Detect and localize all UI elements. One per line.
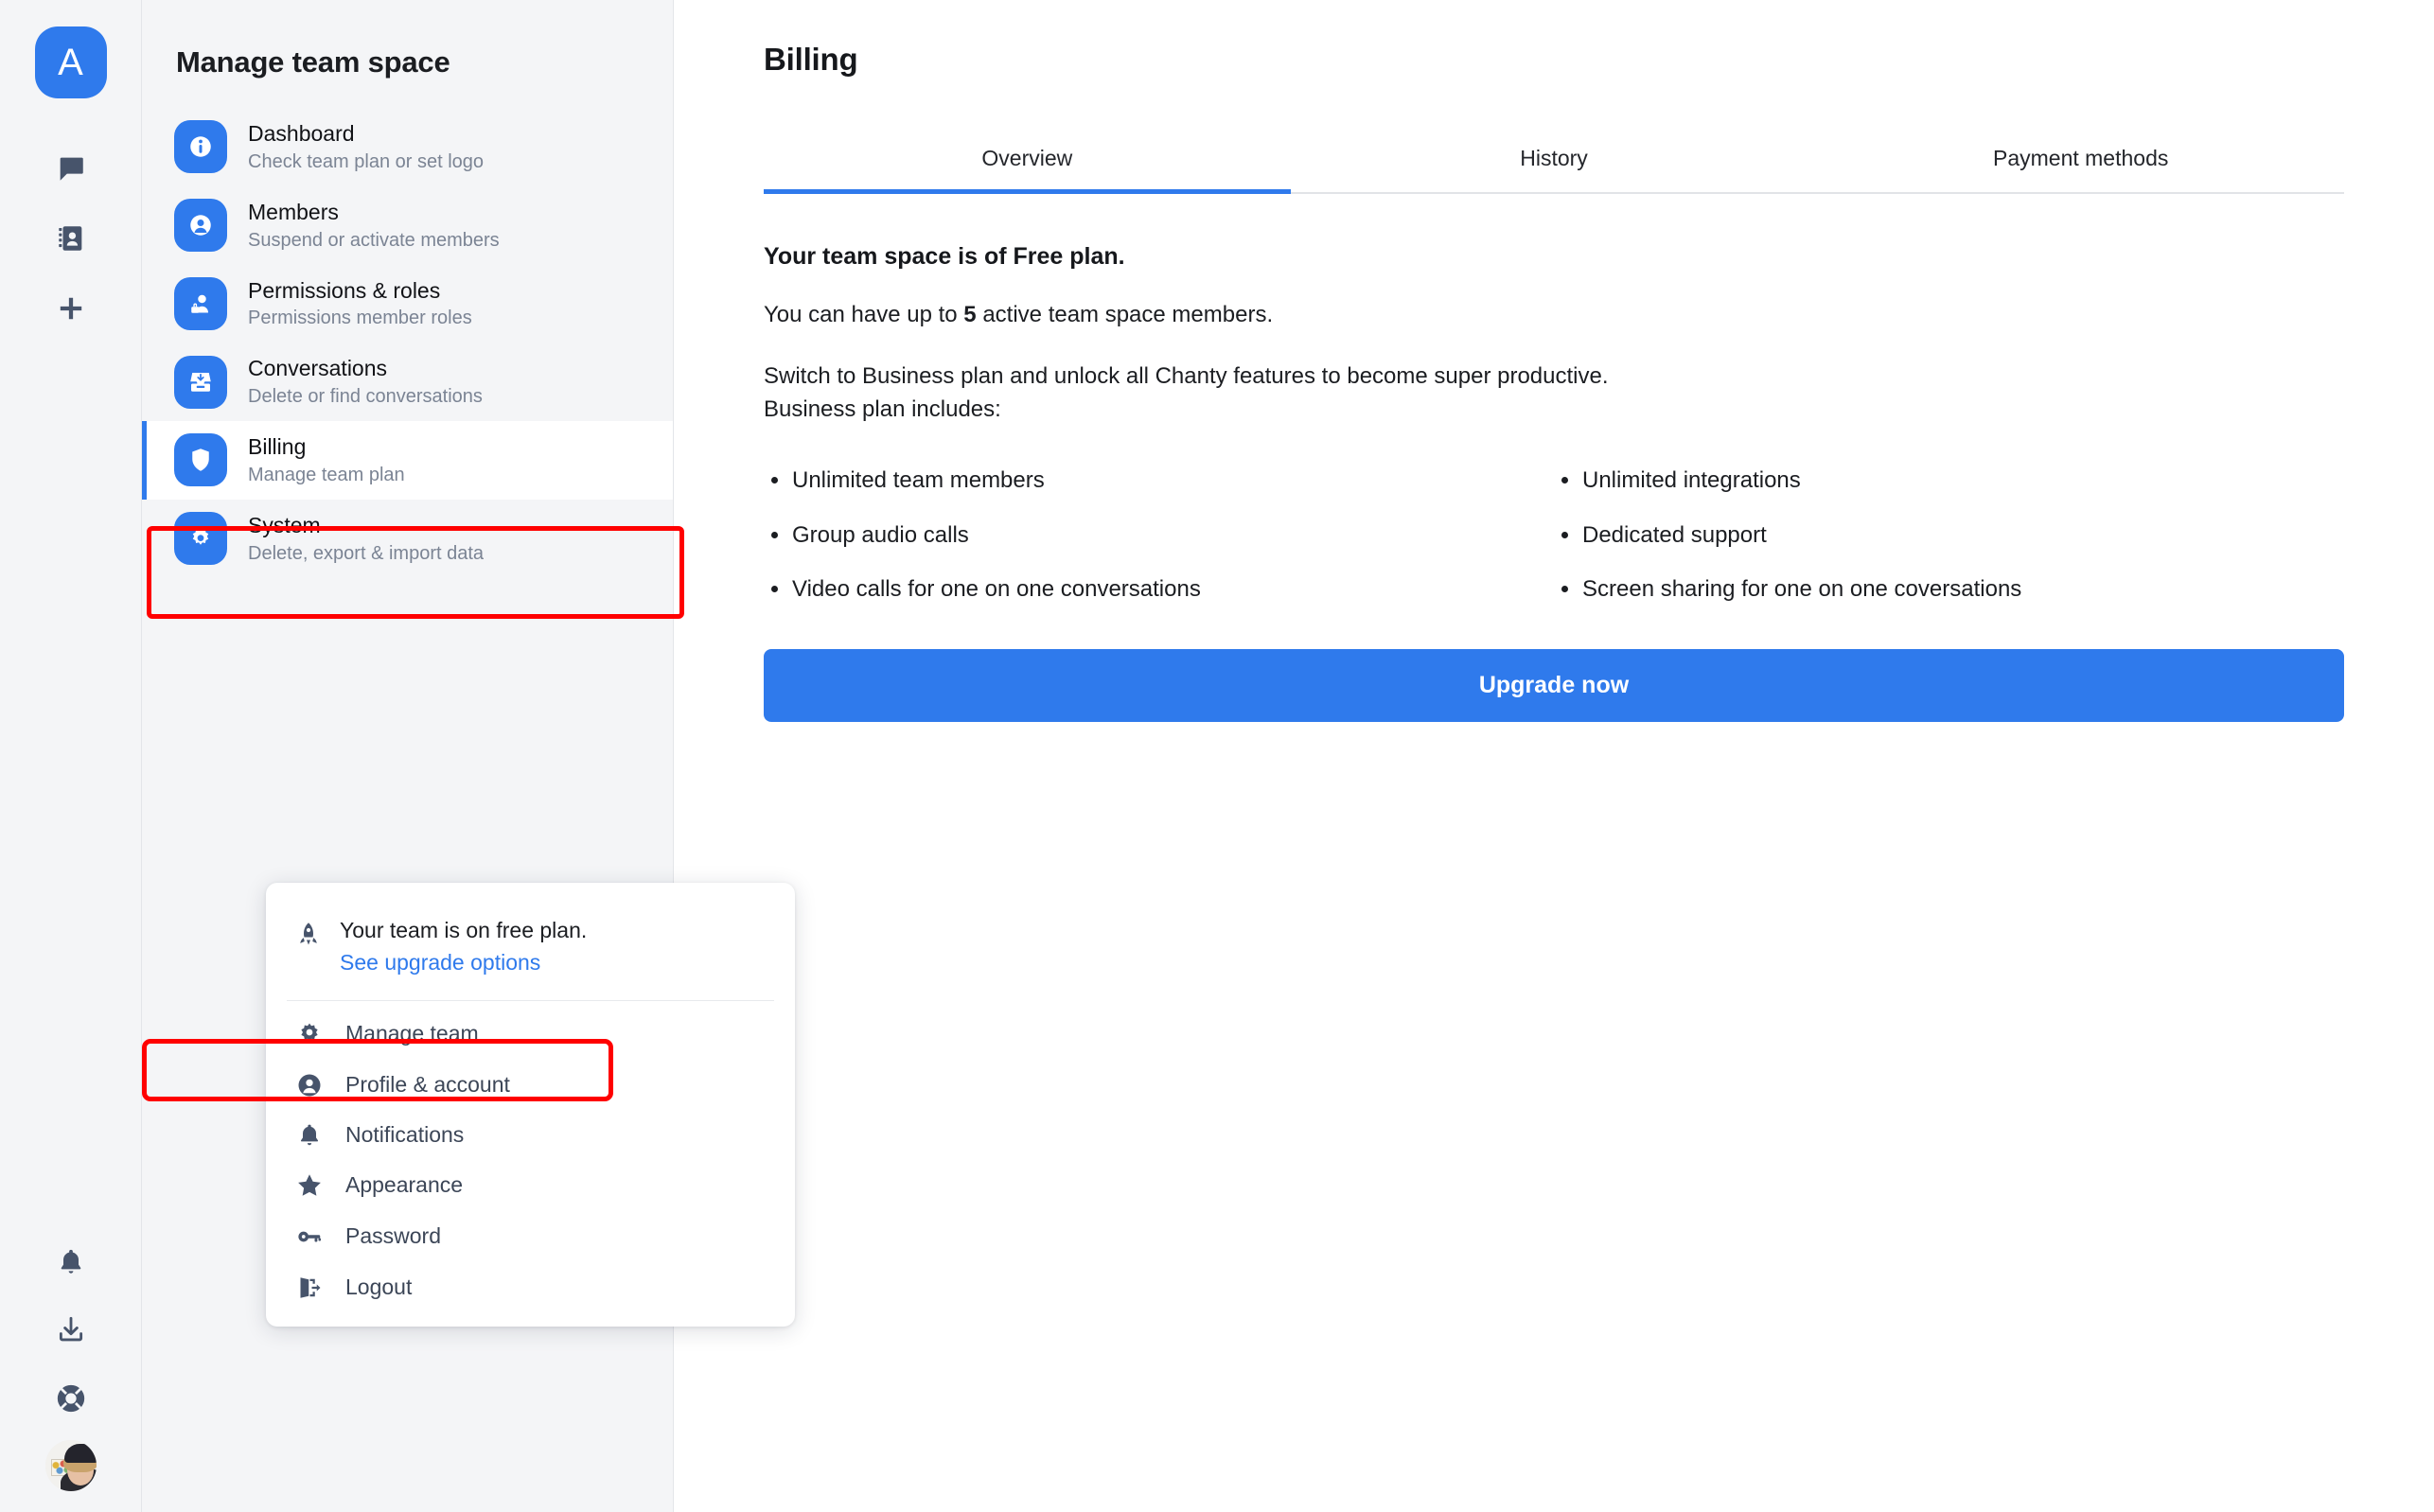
dropdown-divider xyxy=(287,999,774,1001)
star-icon xyxy=(294,1171,325,1200)
bell-icon xyxy=(294,1122,325,1149)
member-limit-text: You can have up to 5 active team space m… xyxy=(764,299,2344,332)
menu-item-label: Logout xyxy=(345,1275,413,1300)
menu-item-label: Notifications xyxy=(345,1122,465,1148)
menu-item-notifications[interactable]: Notifications xyxy=(266,1111,795,1160)
rail-top-icon-group xyxy=(44,142,97,335)
member-limit-suffix: active team space members. xyxy=(976,302,1274,327)
sidebar-item-billing[interactable]: Billing Manage team plan xyxy=(142,421,673,500)
list-item: Dedicated support xyxy=(1554,520,2344,550)
sidebar-item-dashboard[interactable]: Dashboard Check team plan or set logo xyxy=(142,108,673,186)
sidebar-item-label: System xyxy=(248,512,321,537)
sidebar-item-members[interactable]: Members Suspend or activate members xyxy=(142,186,673,265)
download-icon[interactable] xyxy=(44,1304,97,1357)
sidebar-item-desc: Check team plan or set logo xyxy=(248,150,485,172)
menu-item-label: Profile & account xyxy=(345,1072,510,1098)
plan-headline: Your team space is of Free plan. xyxy=(764,243,1125,270)
sidebar-item-texts: System Delete, export & import data xyxy=(248,512,484,566)
upsell-line-1: Switch to Business plan and unlock all C… xyxy=(764,362,1609,389)
member-limit-value: 5 xyxy=(963,302,977,327)
user-lock-icon xyxy=(174,276,227,330)
upgrade-now-button[interactable]: Upgrade now xyxy=(764,648,2344,722)
sidebar-item-conversations[interactable]: Conversations Delete or find conversatio… xyxy=(142,343,673,421)
menu-item-label: Password xyxy=(345,1223,441,1249)
shield-icon xyxy=(174,433,227,487)
list-item: Unlimited integrations xyxy=(1554,466,2344,495)
life-ring-icon[interactable] xyxy=(44,1372,97,1425)
sidebar-item-permissions[interactable]: Permissions & roles Permissions member r… xyxy=(142,265,673,343)
billing-tabs: Overview History Payment methods xyxy=(764,138,2344,194)
app-root: A Manage team space Dashboard Check team… xyxy=(0,0,2434,1512)
sidebar-item-texts: Dashboard Check team plan or set logo xyxy=(248,120,484,174)
list-item: Video calls for one on one conversations xyxy=(764,574,1554,604)
avatar-beanie xyxy=(63,1444,97,1463)
contacts-book-icon[interactable] xyxy=(44,212,97,265)
feature-column-left: Unlimited team members Group audio calls… xyxy=(764,466,1554,628)
rail-bottom-icon-group xyxy=(0,1236,141,1491)
chat-bubble-icon[interactable] xyxy=(44,142,97,195)
menu-item-manage-team[interactable]: Manage team xyxy=(266,1009,795,1060)
tab-overview[interactable]: Overview xyxy=(764,138,1291,194)
menu-item-label: Appearance xyxy=(345,1172,464,1198)
key-icon xyxy=(294,1222,325,1251)
upsell-line-2: Business plan includes: xyxy=(764,396,1001,422)
list-item: Screen sharing for one on one coversatio… xyxy=(1554,574,2344,604)
feature-lists: Unlimited team members Group audio calls… xyxy=(764,466,2344,628)
gear-icon xyxy=(294,1020,325,1048)
info-icon xyxy=(174,120,227,174)
sidebar-item-label: Billing xyxy=(248,434,307,459)
sidebar-item-label: Permissions & roles xyxy=(248,277,441,303)
sidebar-item-label: Conversations xyxy=(248,356,388,381)
sidebar-item-texts: Billing Manage team plan xyxy=(248,433,405,487)
menu-item-appearance[interactable]: Appearance xyxy=(266,1160,795,1211)
rocket-icon xyxy=(294,917,323,954)
sidebar-item-desc: Suspend or activate members xyxy=(248,229,500,251)
menu-item-logout[interactable]: Logout xyxy=(266,1262,795,1313)
sidebar-item-texts: Conversations Delete or find conversatio… xyxy=(248,355,483,409)
bell-icon[interactable] xyxy=(44,1236,97,1289)
icon-rail: A xyxy=(0,0,142,1512)
gear-icon xyxy=(174,512,227,566)
sidebar-item-label: Members xyxy=(248,199,339,224)
sidebar-item-texts: Members Suspend or activate members xyxy=(248,199,500,253)
list-item: Unlimited team members xyxy=(764,466,1554,495)
sidebar-item-desc: Permissions member roles xyxy=(248,308,472,329)
sidebar-item-desc: Delete or find conversations xyxy=(248,386,483,407)
main-content: Billing Overview History Payment methods… xyxy=(674,0,2434,1512)
settings-sidebar: Manage team space Dashboard Check team p… xyxy=(142,0,795,1512)
sidebar-item-desc: Delete, export & import data xyxy=(248,542,485,564)
sidebar-item-desc: Manage team plan xyxy=(248,464,405,485)
user-circle-icon xyxy=(174,199,227,253)
menu-item-label: Manage team xyxy=(345,1021,479,1046)
sidebar-item-texts: Permissions & roles Permissions member r… xyxy=(248,277,472,331)
dropdown-plan-banner: Your team is on free plan. See upgrade o… xyxy=(266,892,795,1000)
inbox-download-icon xyxy=(174,355,227,409)
workspace-badge[interactable]: A xyxy=(34,26,107,98)
avatar[interactable] xyxy=(44,1440,97,1491)
plan-status-text: Your team is on free plan. xyxy=(340,918,588,942)
upsell-text: Switch to Business plan and unlock all C… xyxy=(764,360,2344,427)
settings-nav-list: Dashboard Check team plan or set logo Me… xyxy=(142,108,673,578)
dropdown-plan-lines: Your team is on free plan. See upgrade o… xyxy=(340,917,587,977)
tab-history[interactable]: History xyxy=(1291,138,1818,192)
user-circle-icon xyxy=(294,1071,325,1099)
logout-icon xyxy=(294,1274,325,1302)
sidebar-item-label: Dashboard xyxy=(248,121,355,146)
menu-item-password[interactable]: Password xyxy=(266,1211,795,1262)
overview-panel: Your team space is of Free plan. You can… xyxy=(764,194,2344,722)
tab-payment-methods[interactable]: Payment methods xyxy=(1817,138,2344,192)
list-item: Group audio calls xyxy=(764,520,1554,550)
account-dropdown-panel: Your team is on free plan. See upgrade o… xyxy=(266,883,795,1327)
member-limit-prefix: You can have up to xyxy=(764,302,964,327)
feature-column-right: Unlimited integrations Dedicated support… xyxy=(1554,466,2344,628)
plus-icon[interactable] xyxy=(44,282,97,335)
sidebar-title: Manage team space xyxy=(176,45,450,79)
menu-item-profile-account[interactable]: Profile & account xyxy=(266,1060,795,1111)
page-title: Billing xyxy=(764,42,858,77)
sidebar-item-system[interactable]: System Delete, export & import data xyxy=(142,500,673,578)
see-upgrade-options-link[interactable]: See upgrade options xyxy=(340,949,587,977)
